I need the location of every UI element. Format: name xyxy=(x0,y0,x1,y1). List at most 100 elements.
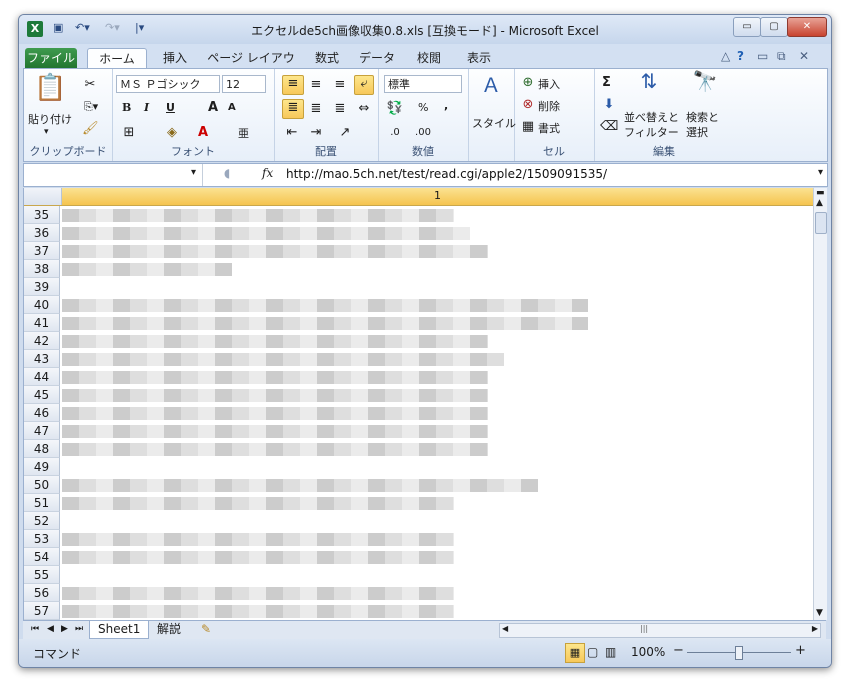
font-color-button[interactable]: A xyxy=(198,125,208,140)
table-row[interactable]: 45 xyxy=(24,386,814,404)
decrease-indent-icon[interactable]: ⇤ xyxy=(282,125,302,141)
row-header[interactable]: 36 xyxy=(24,224,60,242)
workbook-close-icon[interactable]: ✕ xyxy=(799,49,809,63)
sheet-tab-sheet1[interactable]: Sheet1 xyxy=(89,621,150,639)
paste-button[interactable]: 貼り付け xyxy=(28,111,72,127)
page-break-view-icon[interactable]: ▥ xyxy=(605,645,616,659)
scroll-right-icon[interactable]: ▶ xyxy=(812,624,818,633)
row-header[interactable]: 50 xyxy=(24,476,60,494)
row-header[interactable]: 52 xyxy=(24,512,60,530)
find-select-label-2[interactable]: 選択 xyxy=(686,124,708,140)
italic-button[interactable]: I xyxy=(144,101,149,114)
align-bottom-icon[interactable]: ≡ xyxy=(330,77,350,93)
row-header[interactable]: 57 xyxy=(24,602,60,620)
scroll-left-icon[interactable]: ◀ xyxy=(502,624,508,633)
sort-filter-icon[interactable]: ⇅ xyxy=(634,71,664,91)
font-size-select[interactable]: 12 xyxy=(222,75,266,93)
table-row[interactable]: 40 xyxy=(24,296,814,314)
normal-view-icon[interactable]: ▦ xyxy=(565,643,585,663)
select-all-corner[interactable] xyxy=(24,188,62,205)
row-header[interactable]: 51 xyxy=(24,494,60,512)
table-row[interactable]: 52 xyxy=(24,512,814,530)
table-row[interactable]: 51 xyxy=(24,494,814,512)
row-header[interactable]: 56 xyxy=(24,584,60,602)
delete-cells-button[interactable]: 削除 xyxy=(538,98,560,114)
insert-cells-button[interactable]: 挿入 xyxy=(538,76,560,92)
help-icon[interactable]: ? xyxy=(737,49,744,63)
vertical-scroll-thumb[interactable] xyxy=(815,212,827,234)
zoom-out-button[interactable]: − xyxy=(673,643,684,658)
find-select-label-1[interactable]: 検索と xyxy=(686,109,719,125)
row-header[interactable]: 46 xyxy=(24,404,60,422)
row-header[interactable]: 38 xyxy=(24,260,60,278)
workbook-minimize-icon[interactable]: ▭ xyxy=(757,49,768,63)
scroll-up-icon[interactable]: ▲ xyxy=(816,198,823,208)
zoom-in-button[interactable]: + xyxy=(795,643,806,658)
column-header-1[interactable]: 1 xyxy=(61,189,814,202)
merge-center-icon[interactable]: ⇔ xyxy=(354,101,374,117)
bold-button[interactable]: B xyxy=(122,101,131,114)
sheet-nav-first-icon[interactable]: ⏮ xyxy=(31,621,39,638)
insert-function-button[interactable]: fx xyxy=(262,166,273,180)
format-cells-icon[interactable]: ▦ xyxy=(520,119,536,135)
align-right-icon[interactable]: ≣ xyxy=(330,101,350,117)
underline-button[interactable]: U xyxy=(166,101,175,114)
table-row[interactable]: 36 xyxy=(24,224,814,242)
worksheet-grid[interactable]: 1 35 36 37 38 39 40 41 42 43 44 45 46 47 48 49 50 51 52 53… xyxy=(23,188,814,620)
sheet-nav-prev-icon[interactable]: ◀ xyxy=(47,621,54,638)
sort-filter-label-2[interactable]: フィルター xyxy=(624,124,679,140)
table-row[interactable]: 53 xyxy=(24,530,814,548)
zoom-slider[interactable] xyxy=(687,646,791,660)
table-row[interactable]: 49 xyxy=(24,458,814,476)
tab-home[interactable]: ホーム xyxy=(87,48,147,69)
align-middle-icon[interactable]: ≡ xyxy=(306,77,326,93)
formula-bar-handle-icon[interactable]: ◖ xyxy=(224,166,230,180)
table-row[interactable]: 39 xyxy=(24,278,814,296)
clear-icon[interactable]: ⌫ xyxy=(600,119,618,135)
row-header[interactable]: 48 xyxy=(24,440,60,458)
row-header[interactable]: 37 xyxy=(24,242,60,260)
table-row[interactable]: 50 xyxy=(24,476,814,494)
increase-decimal-icon[interactable]: .0 xyxy=(384,125,406,141)
insert-cells-icon[interactable]: ⊕ xyxy=(520,75,536,91)
sheet-nav-last-icon[interactable]: ⏭ xyxy=(75,621,83,638)
table-row[interactable]: 41 xyxy=(24,314,814,332)
page-layout-view-icon[interactable]: ▢ xyxy=(587,645,598,659)
row-header[interactable]: 53 xyxy=(24,530,60,548)
furigana-button[interactable]: 亜 xyxy=(238,125,249,141)
close-button[interactable]: ✕ xyxy=(787,17,827,37)
row-header[interactable]: 43 xyxy=(24,350,60,368)
grow-font-button[interactable]: A xyxy=(208,100,218,115)
align-center-icon[interactable]: ≣ xyxy=(306,101,326,117)
format-painter-icon[interactable]: 🖌 xyxy=(82,121,99,137)
formula-input[interactable]: http://mao.5ch.net/test/read.cgi/apple2/… xyxy=(286,167,607,181)
increase-indent-icon[interactable]: ⇥ xyxy=(306,125,326,141)
table-row[interactable]: 54 xyxy=(24,548,814,566)
zoom-level[interactable]: 100% xyxy=(631,645,665,659)
styles-button[interactable]: スタイル xyxy=(472,115,516,131)
scroll-down-icon[interactable]: ▼ xyxy=(816,608,823,618)
font-name-select[interactable]: ＭＳ Ｐゴシック xyxy=(116,75,220,93)
comma-button[interactable]: , xyxy=(444,99,448,112)
table-row[interactable]: 42 xyxy=(24,332,814,350)
table-row[interactable]: 46 xyxy=(24,404,814,422)
insert-sheet-icon[interactable]: ✎ xyxy=(201,621,211,638)
orientation-icon[interactable]: ↗ xyxy=(334,125,356,141)
table-row[interactable]: 47 xyxy=(24,422,814,440)
fill-icon[interactable]: ⬇ xyxy=(600,97,618,113)
zoom-slider-thumb[interactable] xyxy=(735,646,743,660)
align-top-icon[interactable]: ≡ xyxy=(282,75,304,95)
row-header[interactable]: 40 xyxy=(24,296,60,314)
currency-icon[interactable]: 💱 xyxy=(384,101,406,117)
autosum-button[interactable]: Σ xyxy=(602,75,611,90)
tab-formulas[interactable]: 数式 xyxy=(307,48,347,68)
paste-dropdown-icon[interactable]: ▾ xyxy=(44,127,49,137)
tab-data[interactable]: データ xyxy=(355,48,399,68)
borders-icon[interactable]: ⊞ xyxy=(118,125,140,141)
row-header[interactable]: 35 xyxy=(24,206,60,224)
tab-file[interactable]: ファイル xyxy=(25,48,77,68)
row-header[interactable]: 54 xyxy=(24,548,60,566)
decrease-decimal-icon[interactable]: .00 xyxy=(412,125,434,141)
wrap-text-icon[interactable]: ⤶ xyxy=(354,75,374,95)
table-row[interactable]: 38 xyxy=(24,260,814,278)
